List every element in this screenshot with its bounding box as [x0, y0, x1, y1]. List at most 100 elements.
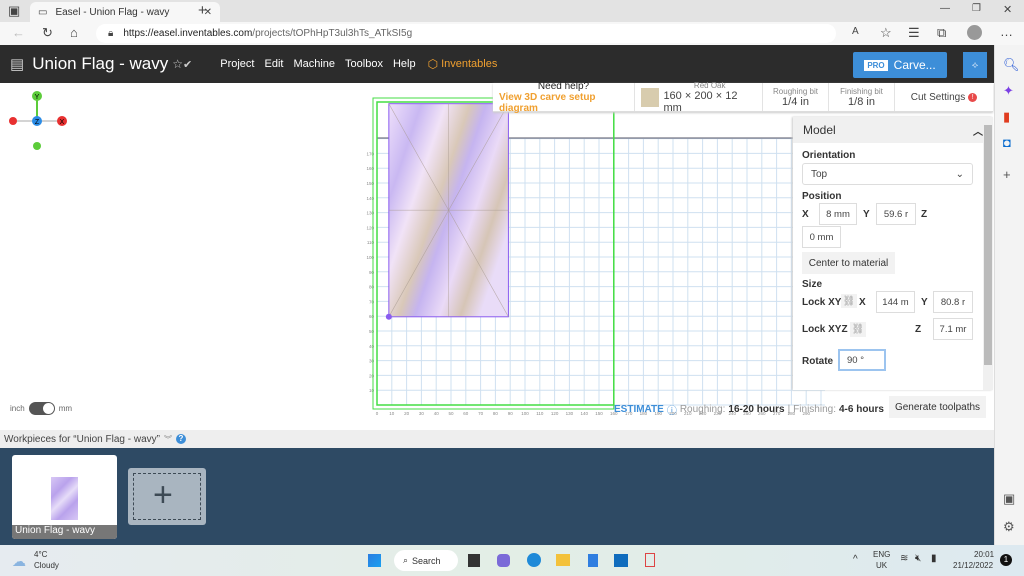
home-icon[interactable]: ⌂ — [70, 25, 78, 40]
clock-date[interactable]: 21/12/2022 — [953, 561, 993, 570]
cloud-icon: ☁ — [12, 553, 26, 569]
office-icon[interactable]: ▮ — [1003, 109, 1010, 125]
inventables-link[interactable]: Inventables — [441, 58, 497, 70]
tab-actions-icon[interactable]: ▣ — [8, 3, 20, 19]
y-tick-label: 20 — [369, 373, 375, 378]
finishing-bit-selector[interactable]: Finishing bit 1/8 in — [829, 83, 895, 111]
lock-xyz-link-icon[interactable]: ⛓ — [850, 322, 866, 337]
keyboard-layout[interactable]: UK — [876, 561, 887, 570]
x-tick-label: 0 — [376, 411, 379, 416]
favorites-icon[interactable]: ☰ — [908, 25, 920, 41]
generate-toolpaths-button[interactable]: Generate toolpaths — [889, 396, 986, 418]
search-icon[interactable]: 🔍︎ — [1003, 57, 1020, 73]
unit-switch[interactable] — [28, 402, 55, 415]
teams-icon[interactable] — [497, 554, 510, 567]
battery-icon[interactable]: ▮ — [931, 553, 937, 564]
volume-muted-icon[interactable]: 🔇︎ — [915, 553, 921, 564]
finishing-estimate-label: Finishing: — [793, 404, 836, 415]
outlook-taskbar-icon[interactable] — [614, 554, 628, 567]
carve-label: Carve... — [893, 58, 936, 72]
minimize-icon[interactable]: — — [940, 3, 950, 14]
position-z-input[interactable]: 0 mm — [802, 226, 841, 248]
roughing-bit-selector[interactable]: Roughing bit 1/4 in — [763, 83, 829, 111]
x-tick-label: 70 — [478, 411, 484, 416]
show-hidden-icons[interactable]: ^ — [853, 554, 858, 565]
unit-toggle: inch mm — [10, 402, 72, 415]
menu-help[interactable]: Help — [393, 58, 416, 70]
add-workpiece-button[interactable]: + — [128, 468, 206, 525]
star-icon[interactable]: ☆ — [172, 57, 183, 71]
position-y-input[interactable]: 59.6 r — [876, 203, 916, 225]
clock-time[interactable]: 20:01 — [974, 550, 994, 559]
workpiece-card[interactable]: Union Flag - wavy — [12, 455, 117, 539]
notification-badge[interactable]: 1 — [1000, 554, 1012, 566]
start-icon[interactable] — [368, 554, 381, 567]
edge-sidebar: 🔍︎ ✦ ▮ ◘ + ▣ ⚙ — [994, 45, 1024, 545]
axis-gizmo[interactable]: Y Z X — [0, 85, 80, 155]
material-selector[interactable]: Red Oak 160 × 200 × 12 mm — [635, 81, 763, 114]
copilot-icon[interactable]: ✦ — [1003, 83, 1014, 99]
design-canvas[interactable]: 0 10 20 30 40 50 60 70 80 90 100 110 120 130 140 150 160… — [360, 95, 830, 425]
expand-chevron-icon[interactable]: ︾ — [164, 434, 172, 445]
help-icon[interactable]: ? — [175, 434, 186, 444]
close-window-icon[interactable]: ✕ — [1003, 3, 1012, 16]
orientation-select[interactable]: Top ⌄ — [802, 163, 973, 185]
lock-xy-link-icon[interactable]: ⛓ — [841, 294, 857, 308]
back-icon[interactable]: ← — [12, 25, 25, 40]
wifi-icon[interactable]: ≋ — [900, 553, 908, 564]
new-tab-icon[interactable]: + — [198, 2, 207, 19]
weather-condition[interactable]: Cloudy — [34, 561, 59, 570]
menu-edit[interactable]: Edit — [264, 58, 283, 70]
size-y-input[interactable]: 80.8 r — [933, 291, 973, 313]
material-swatch — [641, 87, 660, 107]
size-z-input[interactable]: 7.1 mr — [933, 318, 973, 340]
weather-temp[interactable]: 4°C — [34, 550, 47, 559]
url-field[interactable]: 🔒︎ https://easel.inventables.com/project… — [96, 24, 836, 43]
position-x-input[interactable]: 8 mm — [819, 203, 857, 225]
profile-avatar[interactable] — [967, 25, 982, 40]
collections-icon[interactable]: ⧉ — [937, 25, 946, 41]
sidebar-toggle-icon[interactable]: ▣ — [1003, 491, 1015, 507]
add-icon[interactable]: + — [1003, 167, 1011, 182]
file-explorer-icon[interactable] — [556, 554, 570, 566]
cut-settings-button[interactable]: Cut Settings! — [895, 83, 993, 111]
refresh-icon[interactable]: ↻ — [42, 25, 53, 41]
expand-preview-icon[interactable]: ⟡ — [963, 52, 987, 78]
info-icon[interactable]: ⓘ — [667, 402, 677, 417]
more-icon[interactable]: … — [1000, 24, 1013, 39]
settings-icon[interactable]: ⚙ — [1003, 519, 1015, 535]
outlook-icon[interactable]: ◘ — [1003, 135, 1011, 150]
size-label: Size — [802, 279, 823, 290]
maximize-icon[interactable]: ❐ — [972, 3, 981, 14]
x-tick-label: 140 — [580, 411, 588, 416]
menu-machine[interactable]: Machine — [293, 58, 335, 70]
snipping-tool-icon[interactable] — [645, 553, 655, 567]
carve-setup-diagram-link[interactable]: View 3D carve setup diagram — [499, 92, 628, 114]
easel-favicon-icon: ▭ — [38, 6, 48, 18]
browser-tab-bar: ▣ ▭ Easel - Union Flag - wavy ✕ + — ❐ ✕ — [0, 0, 1024, 22]
language[interactable]: ENG — [873, 550, 890, 559]
app-icon[interactable] — [588, 554, 598, 567]
collapse-chevron-icon[interactable]: ︿ — [973, 123, 983, 138]
model-panel-header[interactable]: Model ︿ — [793, 117, 993, 143]
menu-toolbox[interactable]: Toolbox — [345, 58, 383, 70]
taskbar-search[interactable]: ⌕ Search — [394, 550, 458, 571]
rotate-input[interactable]: 90 ° — [838, 349, 886, 371]
carve-button[interactable]: PRO Carve... — [853, 52, 947, 78]
edge-icon[interactable] — [527, 553, 541, 567]
favorite-icon[interactable]: ☆ — [880, 25, 892, 41]
y-tick-label: 50 — [369, 329, 375, 334]
panel-scrollbar[interactable] — [983, 117, 993, 390]
task-view-icon[interactable] — [468, 554, 480, 567]
project-title[interactable]: Union Flag - wavy — [32, 54, 168, 74]
read-aloud-icon[interactable]: A — [852, 26, 859, 37]
menu-project[interactable]: Project — [220, 58, 254, 70]
center-to-material-button[interactable]: Center to material — [802, 252, 895, 274]
size-z-label: Z — [915, 324, 922, 335]
size-x-input[interactable]: 144 m — [876, 291, 915, 313]
x-tick-label: 120 — [551, 411, 559, 416]
estimate-label[interactable]: ESTIMATE — [614, 404, 664, 415]
y-tick-label: 40 — [369, 344, 375, 349]
scrollbar-thumb[interactable] — [984, 125, 992, 365]
browser-tab[interactable]: ▭ Easel - Union Flag - wavy ✕ — [30, 2, 220, 22]
